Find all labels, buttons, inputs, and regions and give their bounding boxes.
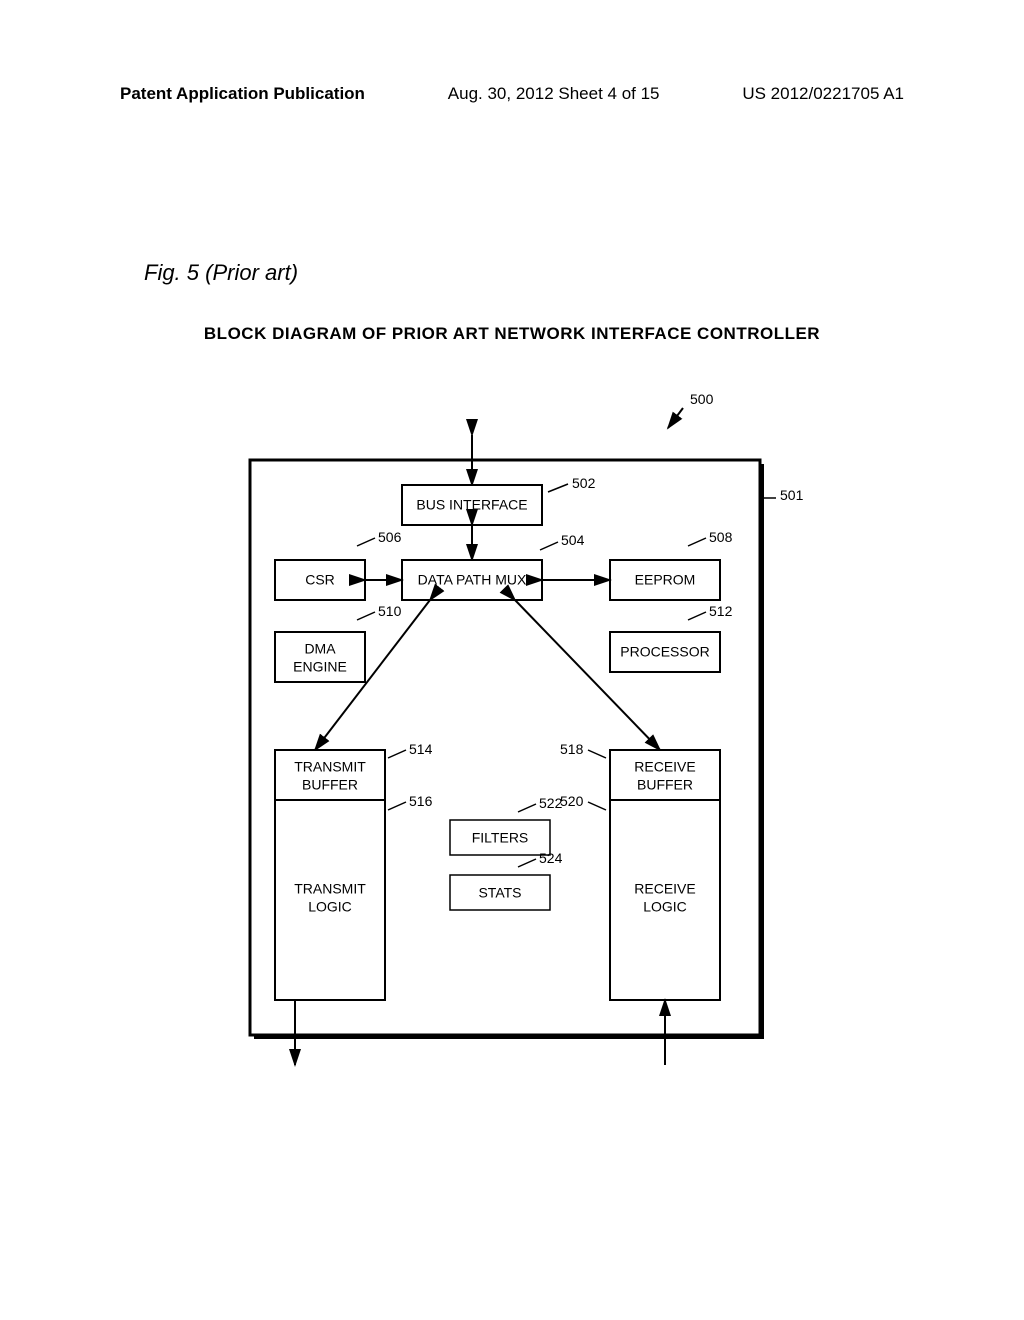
patent-header: Patent Application Publication Aug. 30, … [0, 84, 1024, 104]
csr-label: CSR [305, 572, 335, 588]
ref-524: 524 [539, 850, 563, 866]
rxlogic-l1: RECEIVE [634, 881, 695, 897]
lead-500 [668, 408, 683, 428]
filters-label: FILTERS [472, 830, 529, 846]
dma-l1: DMA [304, 641, 336, 657]
ref-520: 520 [560, 793, 584, 809]
block-diagram: 500 501 BUS INTERFACE 502 CSR 506 DATA P… [120, 380, 900, 1080]
rxbuf-l2: BUFFER [637, 777, 693, 793]
txbuf-l2: BUFFER [302, 777, 358, 793]
ref-506: 506 [378, 529, 402, 545]
ref-504: 504 [561, 532, 585, 548]
ref-500: 500 [690, 391, 714, 407]
ref-501: 501 [780, 487, 804, 503]
dma-l2: ENGINE [293, 659, 347, 675]
ref-512: 512 [709, 603, 733, 619]
bus-interface-label: BUS INTERFACE [416, 497, 527, 513]
ref-518: 518 [560, 741, 584, 757]
txlogic-l1: TRANSMIT [294, 881, 366, 897]
ref-514: 514 [409, 741, 433, 757]
header-left: Patent Application Publication [120, 84, 365, 104]
datapath-mux-label: DATA PATH MUX [418, 572, 527, 588]
header-right: US 2012/0221705 A1 [742, 84, 904, 104]
ref-510: 510 [378, 603, 402, 619]
ref-516: 516 [409, 793, 433, 809]
ref-508: 508 [709, 529, 733, 545]
header-mid: Aug. 30, 2012 Sheet 4 of 15 [448, 84, 660, 104]
ref-522: 522 [539, 795, 563, 811]
rxlogic-l2: LOGIC [643, 899, 687, 915]
ref-502: 502 [572, 475, 596, 491]
txbuf-l1: TRANSMIT [294, 759, 366, 775]
diagram-title: BLOCK DIAGRAM OF PRIOR ART NETWORK INTER… [0, 324, 1024, 344]
processor-label: PROCESSOR [620, 644, 709, 660]
rxbuf-l1: RECEIVE [634, 759, 695, 775]
figure-label: Fig. 5 (Prior art) [144, 260, 298, 286]
stats-label: STATS [478, 885, 521, 901]
eeprom-label: EEPROM [635, 572, 696, 588]
txlogic-l2: LOGIC [308, 899, 352, 915]
